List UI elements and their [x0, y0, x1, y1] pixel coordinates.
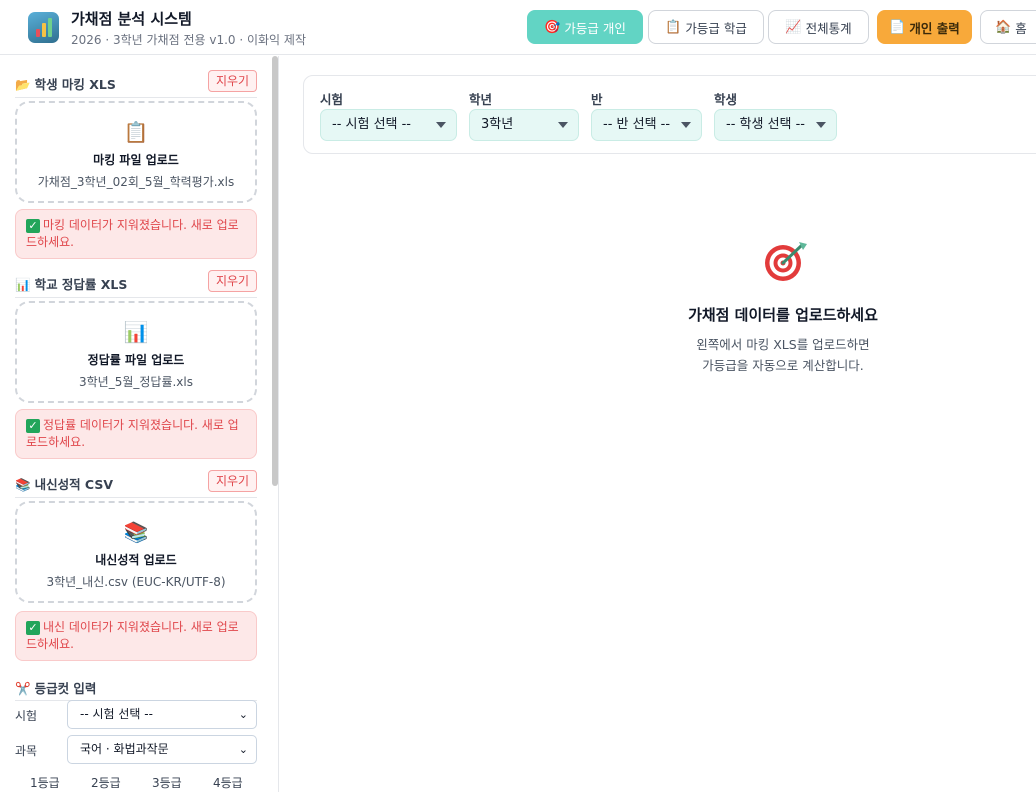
sidebar: 📂 학생 마킹 XLS 지우기 📋 마킹 파일 업로드 가채점_3학년_02회_5…: [0, 56, 279, 792]
check-icon: ✓: [26, 621, 40, 635]
empty-state: 가채점 데이터를 업로드하세요 왼쪽에서 마킹 XLS를 업로드하면 가등급을 …: [658, 240, 908, 376]
dropdown-arrow-icon: [816, 122, 826, 128]
dropdown-arrow-icon: [436, 122, 446, 128]
filter-label-grade: 학년: [469, 92, 493, 107]
nav-personal-print-button[interactable]: 📄 개인 출력: [877, 10, 972, 44]
grade-cut-subject-select[interactable]: 국어 · 화법과작문 ⌄: [67, 735, 257, 764]
grade-4-label: 4등급: [213, 776, 243, 790]
select-value: -- 반 선택 --: [603, 117, 671, 132]
empty-state-title: 가채점 데이터를 업로드하세요: [688, 306, 878, 324]
grade-2-label: 2등급: [91, 776, 121, 790]
grade-3-label: 3등급: [152, 776, 182, 790]
answer-rate-upload-dropzone[interactable]: 📊 정답률 파일 업로드 3학년_5월_정답률.xls: [15, 301, 257, 403]
dropzone-filename: 가채점_3학년_02회_5월_학력평가.xls: [37, 175, 235, 189]
target-icon: [761, 240, 807, 284]
nav-label: 가등급 학급: [685, 20, 747, 36]
grade-filter-select[interactable]: 3학년: [469, 109, 579, 141]
nav-label: 가등급 개인: [564, 20, 626, 36]
app-subtitle: 2026 · 3학년 가채점 전용 v1.0 · 이화익 제작: [71, 33, 306, 47]
section-title: 📚 내신성적 CSV: [15, 474, 113, 493]
bar-chart-icon: 📊: [15, 277, 31, 292]
class-filter-select[interactable]: -- 반 선택 --: [591, 109, 702, 141]
section-title-text: 등급컷 입력: [34, 681, 97, 696]
section-header-answer-rate: 📊 학교 정답률 XLS 지우기: [15, 270, 257, 298]
grade-cut-exam-select[interactable]: -- 시험 선택 -- ⌄: [67, 700, 257, 729]
select-value: -- 시험 선택 --: [80, 707, 153, 721]
subject-label: 과목: [15, 744, 38, 758]
empty-line-2: 가등급을 자동으로 계산합니다.: [702, 358, 864, 373]
nav-label: 개인 출력: [909, 20, 960, 36]
school-grades-cleared-alert: ✓ 내신 데이터가 지워졌습니다. 새로 업로드하세요.: [15, 611, 257, 661]
student-filter-select[interactable]: -- 학생 선택 --: [714, 109, 837, 141]
marking-cleared-alert: ✓ 마킹 데이터가 지워졌습니다. 새로 업로드하세요.: [15, 209, 257, 259]
app-header: 가채점 분석 시스템 2026 · 3학년 가채점 전용 v1.0 · 이화익 …: [0, 0, 1036, 55]
alert-text: 정답률 데이터가 지워졌습니다. 새로 업로드하세요.: [26, 418, 239, 449]
document-icon: 📄: [889, 19, 906, 35]
books-icon: 📚: [15, 477, 31, 492]
section-title-text: 내신성적 CSV: [34, 477, 114, 492]
nav-label: 홈: [1015, 20, 1027, 36]
filter-panel: 시험 -- 시험 선택 -- 학년 3학년 반 -- 반 선택 -- 학생 --…: [303, 75, 1036, 154]
check-icon: ✓: [26, 419, 40, 433]
dropzone-filename: 3학년_5월_정답률.xls: [78, 375, 193, 389]
select-value: 국어 · 화법과작문: [80, 742, 169, 756]
section-header-school-grades: 📚 내신성적 CSV 지우기: [15, 470, 257, 498]
select-value: -- 학생 선택 --: [726, 117, 806, 132]
folder-icon: 📂: [15, 77, 31, 92]
alert-text: 내신 데이터가 지워졌습니다. 새로 업로드하세요.: [26, 620, 239, 651]
alert-text: 마킹 데이터가 지워졌습니다. 새로 업로드하세요.: [26, 218, 239, 249]
bar-chart-icon: 📊: [123, 320, 149, 344]
chevron-down-icon: ⌄: [238, 743, 248, 756]
filter-label-class: 반: [591, 92, 603, 107]
section-title-text: 학생 마킹 XLS: [34, 77, 116, 92]
nav-home-button[interactable]: 🏠 홈: [980, 10, 1036, 44]
clear-school-grades-button[interactable]: 지우기: [208, 470, 257, 492]
check-icon: ✓: [26, 219, 40, 233]
scissors-icon: ✂️: [15, 681, 31, 696]
section-title: 📂 학생 마킹 XLS: [15, 74, 116, 93]
clipboard-icon: 📋: [123, 120, 149, 144]
school-grades-upload-dropzone[interactable]: 📚 내신성적 업로드 3학년_내신.csv (EUC-KR/UTF-8): [15, 501, 257, 603]
filter-label-exam: 시험: [320, 92, 344, 107]
dropdown-arrow-icon: [681, 122, 691, 128]
clear-answer-rate-button[interactable]: 지우기: [208, 270, 257, 292]
select-value: 3학년: [481, 117, 514, 132]
dropzone-title: 정답률 파일 업로드: [87, 353, 185, 367]
house-icon: 🏠: [995, 19, 1012, 35]
answer-rate-cleared-alert: ✓ 정답률 데이터가 지워졌습니다. 새로 업로드하세요.: [15, 409, 257, 459]
section-title: ✂️ 등급컷 입력: [15, 678, 96, 697]
section-header-marking: 📂 학생 마킹 XLS 지우기: [15, 70, 257, 98]
app-title: 가채점 분석 시스템: [71, 10, 192, 28]
dropzone-title: 마킹 파일 업로드: [93, 153, 179, 167]
section-title-text: 학교 정답률 XLS: [34, 277, 128, 292]
select-value: -- 시험 선택 --: [332, 117, 412, 132]
sidebar-scrollbar[interactable]: [272, 56, 278, 486]
nav-class-grade-button[interactable]: 📋 가등급 학급: [648, 10, 764, 44]
empty-state-description: 왼쪽에서 마킹 XLS를 업로드하면 가등급을 자동으로 계산합니다.: [658, 334, 908, 376]
dropdown-arrow-icon: [558, 122, 568, 128]
grade-1-label: 1등급: [30, 776, 60, 790]
marking-upload-dropzone[interactable]: 📋 마킹 파일 업로드 가채점_3학년_02회_5월_학력평가.xls: [15, 101, 257, 203]
bar-chart-icon: [28, 12, 59, 43]
nav-personal-grade-button[interactable]: 🎯 가등급 개인: [527, 10, 643, 44]
dropzone-title: 내신성적 업로드: [95, 553, 177, 567]
grade-cut-header: ✂️ 등급컷 입력: [15, 674, 257, 701]
clear-marking-button[interactable]: 지우기: [208, 70, 257, 92]
empty-line-1: 왼쪽에서 마킹 XLS를 업로드하면: [696, 337, 870, 352]
nav-label: 전체통계: [805, 20, 852, 36]
filter-label-student: 학생: [714, 92, 738, 107]
exam-filter-select[interactable]: -- 시험 선택 --: [320, 109, 457, 141]
trend-chart-icon: 📈: [785, 19, 802, 35]
chevron-down-icon: ⌄: [238, 708, 248, 721]
exam-label: 시험: [15, 709, 38, 723]
section-title: 📊 학교 정답률 XLS: [15, 274, 127, 293]
nav-overall-stats-button[interactable]: 📈 전체통계: [768, 10, 869, 44]
books-icon: 📚: [123, 520, 149, 544]
target-icon: 🎯: [544, 19, 561, 35]
dropzone-filename: 3학년_내신.csv (EUC-KR/UTF-8): [46, 575, 226, 589]
clipboard-icon: 📋: [665, 19, 682, 35]
